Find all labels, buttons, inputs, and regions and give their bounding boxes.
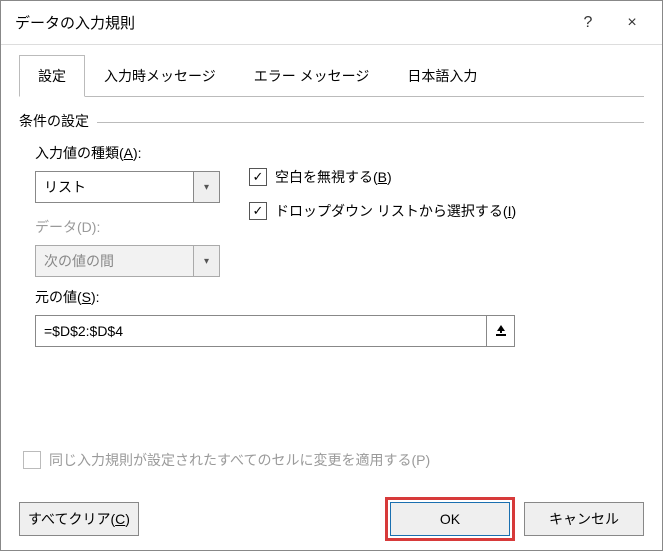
ignore-blank-label: 空白を無視する(B) [275, 167, 392, 187]
apply-same-checkbox: 同じ入力規則が設定されたすべてのセルに変更を適用する(P) [23, 450, 644, 470]
allow-dropdown-button[interactable]: ▾ [193, 172, 219, 202]
chevron-down-icon: ▾ [204, 256, 209, 267]
ignore-blank-checkbox[interactable]: ✓ 空白を無視する(B) [249, 167, 516, 187]
ok-button[interactable]: OK [390, 502, 510, 536]
clear-all-button[interactable]: すべてクリア(C) [19, 502, 139, 536]
allow-select[interactable]: リスト ▾ [35, 171, 220, 203]
titlebar: データの入力規則 ? × [1, 1, 662, 45]
allow-value: リスト [36, 177, 193, 197]
data-label: データ(D): [35, 217, 235, 237]
checkbox-checked-icon: ✓ [249, 168, 267, 186]
data-dropdown-button: ▾ [193, 246, 219, 276]
incell-dropdown-label: ドロップダウン リストから選択する(I) [275, 201, 516, 221]
window-title: データの入力規則 [15, 12, 566, 33]
tab-error-message[interactable]: エラー メッセージ [235, 55, 389, 96]
apply-same-label: 同じ入力規則が設定されたすべてのセルに変更を適用する(P) [49, 450, 430, 470]
checkbox-unchecked-icon [23, 451, 41, 469]
tab-settings[interactable]: 設定 [19, 55, 85, 97]
group-separator [97, 122, 644, 123]
data-value: 次の値の間 [36, 251, 193, 271]
cancel-button[interactable]: キャンセル [524, 502, 644, 536]
source-input[interactable] [36, 323, 486, 339]
footer: すべてクリア(C) OK キャンセル [1, 494, 662, 550]
data-select: 次の値の間 ▾ [35, 245, 220, 277]
content: 設定 入力時メッセージ エラー メッセージ 日本語入力 条件の設定 入力値の種類… [1, 45, 662, 494]
group-label: 条件の設定 [19, 111, 89, 131]
source-input-wrap [35, 315, 515, 347]
allow-label: 入力値の種類(A): [35, 143, 235, 163]
close-button[interactable]: × [610, 1, 654, 45]
settings-body: 入力値の種類(A): リスト ▾ データ(D): 次の値の間 ▾ ✓ [19, 143, 644, 347]
help-button[interactable]: ? [566, 1, 610, 45]
incell-dropdown-checkbox[interactable]: ✓ ドロップダウン リストから選択する(I) [249, 201, 516, 221]
source-label: 元の値(S): [35, 287, 644, 307]
checkbox-checked-icon: ✓ [249, 202, 267, 220]
tab-input-message[interactable]: 入力時メッセージ [85, 55, 235, 96]
tab-bar: 設定 入力時メッセージ エラー メッセージ 日本語入力 [19, 55, 644, 97]
chevron-down-icon: ▾ [204, 182, 209, 193]
group-header: 条件の設定 [19, 111, 644, 131]
range-picker-button[interactable] [486, 316, 514, 346]
tab-ime[interactable]: 日本語入力 [388, 55, 496, 96]
range-picker-icon [494, 324, 508, 338]
